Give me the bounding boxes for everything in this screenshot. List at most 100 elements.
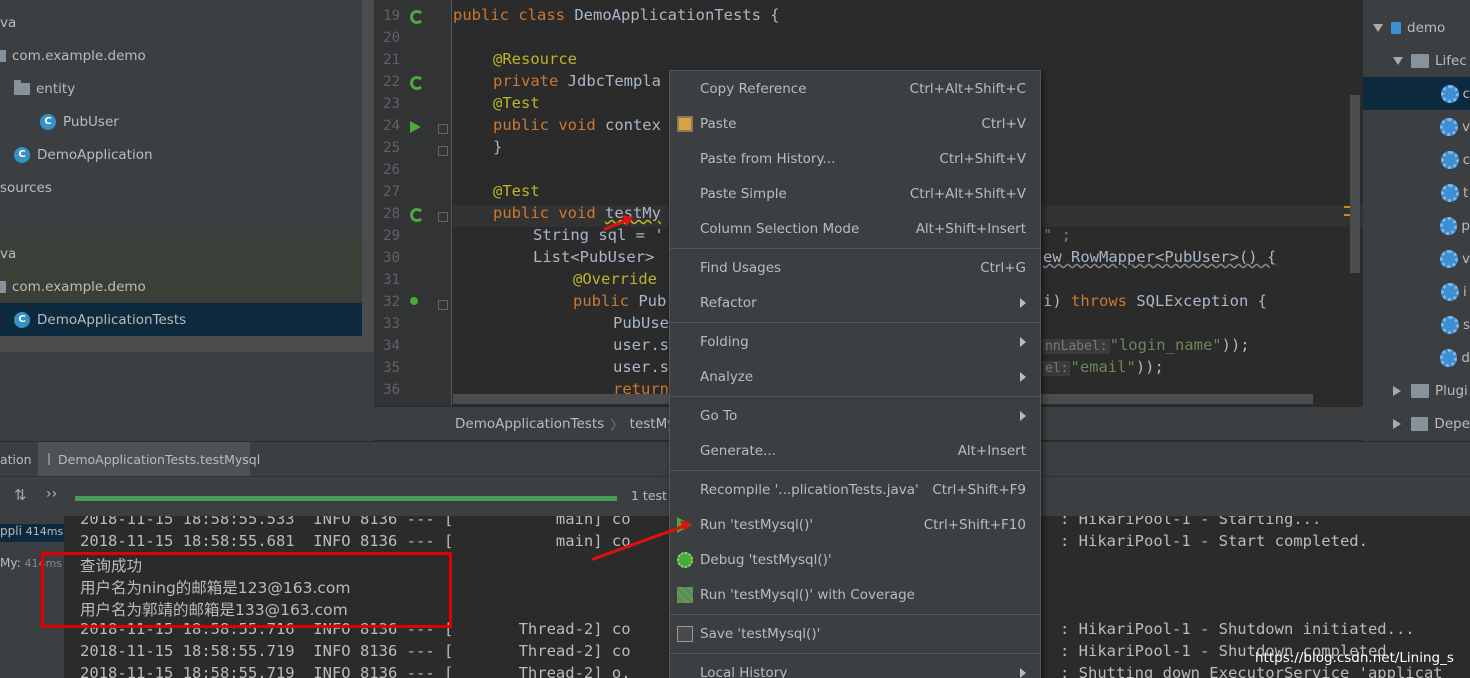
line-number: 32 [383,294,400,310]
maven-node-demo[interactable]: demo [1363,11,1470,44]
expand-toolbar-icon[interactable]: ›› [46,486,57,502]
maven-goal-row[interactable]: p [1363,209,1470,242]
fold-marker[interactable] [438,124,448,134]
package-icon [0,49,6,62]
tree-node-demoapplication[interactable]: C DemoApplication [0,138,362,171]
run-test-gutter-icon[interactable] [410,121,421,133]
override-gutter-icon[interactable] [410,297,418,305]
maven-node-dependencies[interactable]: Depe [1363,407,1470,440]
menu-item-run[interactable]: Run 'testMysql()' Ctrl+Shift+F10 [670,507,1040,542]
tab-label: ation [0,451,32,467]
tree-node-package-test[interactable]: com.example.demo [0,270,362,303]
tree-node-java-main[interactable]: va [0,6,362,39]
maven-panel: demo Lifec c v c t p v i s d Plugi Depe [1363,0,1470,441]
test-item[interactable]: ppli 414ms [0,524,64,542]
menu-separator [670,248,1040,249]
tree-node-label: sources [0,179,52,196]
maven-goal-row[interactable]: s [1363,308,1470,341]
line-number: 30 [383,250,400,266]
menu-item-generate[interactable]: Generate... Alt+Insert [670,433,1040,468]
coverage-icon [677,587,693,603]
maven-node-label: Depe [1434,415,1470,432]
fold-marker[interactable] [438,212,448,222]
line-number: 20 [383,30,400,46]
tree-node-package-main[interactable]: com.example.demo [0,39,362,72]
tree-node-resources[interactable]: sources [0,171,362,204]
test-config-icon [48,453,50,465]
gear-icon [1441,282,1459,301]
debug-bug-icon [677,552,693,568]
tree-node-java-test[interactable]: va [0,237,362,270]
folder-icon [1411,383,1429,398]
tree-node-label: va [0,245,17,262]
code-line-30-tail: ew RowMapper<PubUser>() { [1043,248,1277,266]
line-number: 22 [383,74,400,90]
line-number: 28 [383,206,400,222]
maven-goal-row[interactable]: i [1363,275,1470,308]
editor-gutter: 19 20 21 22 23 24 25 26 27 28 29 30 31 3… [374,0,452,406]
menu-item-refactor[interactable]: Refactor [670,285,1040,320]
menu-item-find-usages[interactable]: Find Usages Ctrl+G [670,250,1040,285]
menu-item-save[interactable]: Save 'testMysql()' [670,616,1040,651]
maven-project-icon [1391,21,1401,34]
menu-item-go-to[interactable]: Go To [670,398,1040,433]
line-number: 35 [383,360,400,376]
tree-node-pubuser[interactable]: C PubUser [0,105,362,138]
menu-item-paste-simple[interactable]: Paste Simple Ctrl+Alt+Shift+V [670,176,1040,211]
tree-node-label: PubUser [63,113,119,130]
maven-goal-row[interactable]: v [1363,110,1470,143]
tree-node-entity[interactable]: entity [0,72,362,105]
menu-item-shortcut: Alt+Shift+Insert [915,220,1026,237]
menu-item-local-history[interactable]: Local History [670,655,1040,678]
collapse-arrow-icon[interactable] [1392,418,1401,429]
maven-node-lifecycle[interactable]: Lifec [1363,44,1470,77]
breadcrumb-class[interactable]: DemoApplicationTests [455,416,604,432]
code-line-32: public Pub [573,292,667,310]
menu-item-run-with-coverage[interactable]: Run 'testMysql()' with Coverage [670,577,1040,612]
tree-node-demoapplicationtests[interactable]: C DemoApplicationTests [0,303,362,336]
expand-arrow-icon[interactable] [1393,56,1403,65]
console-log-line: : HikariPool-1 - Start completed. [1060,532,1368,550]
maven-goal-row[interactable]: t [1363,176,1470,209]
maven-goal-row[interactable]: v [1363,242,1470,275]
menu-item-copy-reference[interactable]: Copy Reference Ctrl+Alt+Shift+C [670,71,1040,106]
gear-icon [1440,117,1458,136]
collapse-arrow-icon[interactable] [1393,385,1401,396]
submenu-arrow-icon [1020,371,1026,382]
test-class-icon: C [14,311,30,328]
editor-vertical-scrollbar[interactable] [1350,95,1360,273]
menu-item-debug[interactable]: Debug 'testMysql()' [670,542,1040,577]
menu-item-paste-from-history[interactable]: Paste from History... Ctrl+Shift+V [670,141,1040,176]
fold-marker[interactable] [438,300,448,310]
tab-application[interactable]: ation [0,442,36,476]
menu-item-folding[interactable]: Folding [670,324,1040,359]
maven-node-plugins[interactable]: Plugi [1363,374,1470,407]
tree-scrollbar[interactable] [362,0,374,352]
menu-item-analyze[interactable]: Analyze [670,359,1040,394]
clipboard-icon [677,116,693,132]
bean-gutter-icon[interactable] [410,76,424,90]
run-test-gutter-icon[interactable] [410,208,424,222]
code-line-30: List<PubUser> [533,248,655,266]
gear-icon [1440,84,1459,103]
run-class-gutter-icon[interactable] [410,10,424,24]
menu-item-recompile[interactable]: Recompile '...plicationTests.java' Ctrl+… [670,472,1040,507]
tab-run-testmysql[interactable]: DemoApplicationTests.testMysql [38,442,260,476]
code-line-29: String sql = ' [533,226,664,244]
menu-separator [670,470,1040,471]
menu-item-shortcut: Ctrl+V [981,115,1026,132]
project-tree-panel: va com.example.demo entity C PubUser C D… [0,0,374,441]
folder-icon [1410,416,1429,431]
sort-icon[interactable]: ⇅ [14,486,27,504]
line-number: 29 [383,228,400,244]
maven-goal-row[interactable]: c [1363,77,1470,110]
fold-marker[interactable] [438,146,448,156]
code-line-27: @Test [493,182,540,200]
submenu-arrow-icon [1020,297,1026,308]
menu-item-label: Go To [700,407,738,424]
maven-goal-row[interactable]: d [1363,341,1470,374]
menu-item-column-selection-mode[interactable]: Column Selection Mode Alt+Shift+Insert [670,211,1040,246]
menu-item-paste[interactable]: Paste Ctrl+V [670,106,1040,141]
maven-goal-row[interactable]: c [1363,143,1470,176]
expand-arrow-icon[interactable] [1373,23,1383,32]
